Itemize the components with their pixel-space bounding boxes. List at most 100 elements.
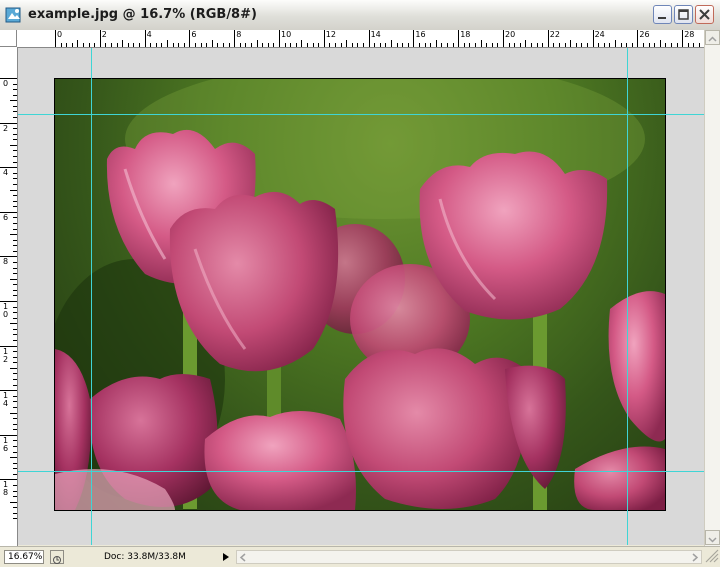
ruler-minor-tick (13, 362, 17, 364)
ruler-minor-tick (391, 40, 392, 47)
title-bar[interactable]: example.jpg @ 16.7% (RGB/8#) (0, 0, 720, 31)
ruler-minor-tick (88, 43, 90, 47)
ruler-minor-tick (329, 43, 331, 47)
scroll-down-button[interactable] (705, 530, 720, 545)
horizontal-ruler[interactable]: 0 2 4 6 8 10 12 14 16 18 20 22 24 26 28 (17, 30, 705, 48)
ruler-label: 24 (594, 30, 605, 39)
ruler-minor-tick (575, 43, 577, 47)
ruler-minor-tick (13, 94, 17, 96)
ruler-minor-tick (239, 43, 241, 47)
ruler-minor-tick (13, 228, 17, 230)
ruler-minor-tick (480, 40, 482, 47)
ruler-minor-tick (553, 43, 555, 47)
ruler-minor-tick (631, 43, 633, 47)
vertical-scrollbar[interactable] (704, 30, 720, 546)
ruler-tick (234, 30, 236, 47)
guide-horizontal[interactable] (18, 471, 704, 472)
ruler-minor-tick (10, 457, 17, 459)
horizontal-scrollbar[interactable] (236, 550, 702, 564)
ruler-label: 1 6 (3, 435, 9, 453)
ruler-minor-tick (13, 83, 17, 85)
ruler-tick (413, 30, 415, 47)
ruler-minor-tick (475, 43, 476, 47)
status-bar: 16.67% Doc: 33.8M/33.8M (0, 546, 720, 567)
maximize-button[interactable] (674, 5, 693, 24)
ruler-minor-tick (71, 43, 73, 47)
ruler-minor-tick (150, 43, 152, 47)
ruler-minor-tick (13, 222, 17, 224)
ruler-minor-tick (183, 43, 185, 47)
ruler-minor-tick (267, 43, 269, 47)
document-window: example.jpg @ 16.7% (RGB/8#) 0 2 4 6 8 10 12 14… (0, 0, 720, 567)
ruler-label: 10 (281, 30, 292, 39)
ruler-minor-tick (13, 156, 17, 158)
chevron-right-icon[interactable] (690, 553, 699, 562)
ruler-minor-tick (536, 43, 538, 47)
chevron-left-icon[interactable] (239, 553, 248, 562)
vertical-ruler[interactable]: 0 2 4 6 8 1 0 1 2 1 4 1 6 1 8 (0, 47, 18, 546)
ruler-minor-tick (60, 43, 62, 47)
ruler-minor-tick (111, 43, 112, 47)
ruler-minor-tick (598, 43, 600, 47)
photoshop-document-icon (5, 7, 21, 23)
document-size: Doc: 33.8M/33.8M (104, 552, 186, 562)
ruler-label: 2 (101, 30, 107, 39)
ruler-minor-tick (435, 40, 437, 47)
ruler-minor-tick (122, 40, 124, 47)
ruler-label: 20 (505, 30, 516, 39)
ruler-minor-tick (284, 43, 286, 47)
ruler-tick (592, 30, 594, 47)
ruler-minor-tick (318, 43, 320, 47)
ruler-label: 26 (639, 30, 650, 39)
minimize-button[interactable] (653, 5, 672, 24)
status-menu-arrow-icon[interactable] (220, 550, 232, 564)
canvas-area[interactable] (18, 48, 704, 545)
ruler-label: 2 (3, 123, 9, 133)
ruler-minor-tick (13, 328, 17, 330)
ruler-minor-tick (363, 43, 364, 47)
resize-grip-icon[interactable] (704, 548, 720, 566)
ruler-minor-tick (13, 418, 17, 420)
ruler-minor-tick (13, 111, 17, 113)
maximize-icon (678, 9, 689, 20)
document-image[interactable] (54, 78, 666, 511)
ruler-minor-tick (615, 40, 616, 47)
ruler-minor-tick (13, 462, 17, 464)
close-icon (699, 9, 710, 20)
close-button[interactable] (695, 5, 714, 24)
ruler-minor-tick (13, 295, 17, 297)
ruler-minor-tick (13, 484, 17, 486)
ruler-label: 1 2 (3, 346, 9, 364)
ruler-tick (323, 30, 325, 47)
ruler-label: 14 (370, 30, 381, 39)
ruler-minor-tick (13, 306, 17, 308)
ruler-minor-tick (116, 43, 118, 47)
scroll-up-button[interactable] (705, 30, 720, 45)
ruler-origin[interactable] (0, 30, 17, 47)
ruler-tick (458, 30, 460, 47)
ruler-minor-tick (648, 43, 650, 47)
ruler-minor-tick (13, 139, 17, 141)
guide-horizontal[interactable] (18, 114, 704, 115)
zoom-field[interactable]: 16.67% (4, 550, 44, 564)
ruler-minor-tick (262, 43, 264, 47)
ruler-minor-tick (13, 217, 17, 219)
ruler-minor-tick (351, 43, 353, 47)
ruler-minor-tick (133, 43, 135, 47)
ruler-minor-tick (10, 144, 17, 146)
ruler-minor-tick (531, 43, 532, 47)
ruler-minor-tick (559, 43, 560, 47)
ruler-label: 4 (3, 168, 9, 178)
ruler-minor-tick (564, 43, 566, 47)
ruler-label: 22 (549, 30, 560, 39)
ruler-minor-tick (256, 40, 258, 47)
ruler-minor-tick (447, 43, 448, 47)
status-info-button[interactable] (50, 550, 64, 564)
ruler-minor-tick (13, 200, 17, 202)
ruler-minor-tick (671, 43, 672, 47)
ruler-minor-tick (10, 367, 17, 369)
ruler-minor-tick (13, 133, 17, 135)
ruler-minor-tick (13, 250, 17, 252)
ruler-minor-tick (66, 43, 68, 47)
ruler-minor-tick (195, 43, 196, 47)
